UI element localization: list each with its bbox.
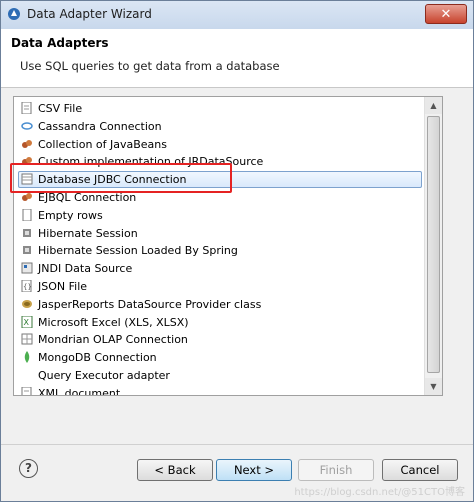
hibernate-spring-icon (23, 246, 31, 255)
list-item-label: MongoDB Connection (38, 351, 157, 365)
jasper-icon (22, 299, 32, 308)
help-icon[interactable]: ? (19, 459, 38, 478)
mondrian-icon (21, 333, 33, 345)
list-item-label: Hibernate Session (38, 226, 138, 240)
list-item[interactable]: {} JSON File (18, 278, 422, 295)
vertical-scrollbar[interactable]: ▲ ▼ (424, 97, 442, 395)
scroll-down-button[interactable]: ▼ (425, 378, 442, 395)
watermark: https://blog.csdn.net/@51CTO博客 (294, 487, 465, 498)
scroll-up-button[interactable]: ▲ (425, 97, 442, 114)
xml-icon (21, 386, 32, 395)
list-item[interactable]: Hibernate Session Loaded By Spring (18, 242, 422, 259)
adapter-list[interactable]: CSV File Cassandra Connection Collection o… (13, 96, 443, 396)
list-item-label: Microsoft Excel (XLS, XLSX) (38, 315, 189, 329)
list-item[interactable]: Empty rows (18, 207, 422, 224)
excel-icon: X (21, 315, 33, 328)
list-item-label: Collection of JavaBeans (38, 137, 167, 151)
mongodb-icon (24, 351, 30, 364)
csv-file-icon (21, 102, 32, 114)
highlight-annotation (10, 163, 232, 193)
cassandra-icon (21, 122, 33, 130)
javabeans-icon (22, 139, 32, 148)
svg-text:X: X (24, 318, 30, 327)
jndi-icon (21, 262, 33, 274)
scroll-thumb[interactable] (427, 116, 440, 373)
list-item-label: JNDI Data Source (38, 262, 133, 276)
wizard-window: Data Adapter Wizard ✕ Data Adapters Use … (0, 0, 474, 502)
wizard-footer: ? < Back Next > Finish Cancel https://bl… (1, 444, 473, 501)
list-item-label: JasperReports DataSource Provider class (38, 297, 262, 311)
list-item-label: Query Executor adapter (38, 369, 170, 382)
list-item[interactable]: Cassandra Connection (18, 118, 422, 135)
app-icon (8, 8, 20, 20)
list-item-label: CSV File (38, 102, 83, 115)
list-item[interactable]: Query Executor adapter (18, 367, 422, 384)
list-item[interactable]: JasperReports DataSource Provider class (18, 296, 422, 313)
list-item[interactable]: CSV File (18, 100, 422, 117)
close-window-button[interactable]: ✕ (425, 4, 467, 24)
list-item-label: XML document (38, 386, 121, 395)
page-title: Data Adapters (11, 36, 109, 50)
finish-button[interactable]: Finish (298, 459, 374, 481)
list-item-label: Mondrian OLAP Connection (38, 333, 188, 347)
json-icon: {} (21, 280, 32, 292)
list-item[interactable]: Hibernate Session (18, 225, 422, 242)
window-title: Data Adapter Wizard (27, 7, 152, 21)
list-item-label: JSON File (38, 280, 88, 293)
list-item[interactable]: Mondrian OLAP Connection (18, 331, 422, 348)
title-bar: Data Adapter Wizard ✕ (1, 1, 473, 30)
list-item-label: Empty rows (38, 208, 103, 222)
adapter-list-items: CSV File Cassandra Connection Collection o… (14, 97, 424, 395)
wizard-header: Data Adapters Use SQL queries to get dat… (1, 29, 473, 88)
list-item[interactable]: X Microsoft Excel (XLS, XLSX) (18, 314, 422, 331)
list-item[interactable]: JNDI Data Source (18, 260, 422, 277)
empty-rows-icon (22, 208, 32, 221)
list-item[interactable]: XML document (18, 385, 422, 395)
back-button[interactable]: < Back (137, 459, 213, 481)
hibernate-icon (23, 228, 31, 237)
svg-text:{}: {} (23, 283, 32, 291)
list-item[interactable]: Collection of JavaBeans (18, 136, 422, 153)
list-item-label: Cassandra Connection (38, 119, 162, 133)
list-item-label: Hibernate Session Loaded By Spring (38, 244, 238, 258)
page-description: Use SQL queries to get data from a datab… (20, 59, 280, 73)
list-item[interactable]: MongoDB Connection (18, 349, 422, 366)
next-button[interactable]: Next > (216, 459, 292, 481)
cancel-button[interactable]: Cancel (382, 459, 458, 481)
